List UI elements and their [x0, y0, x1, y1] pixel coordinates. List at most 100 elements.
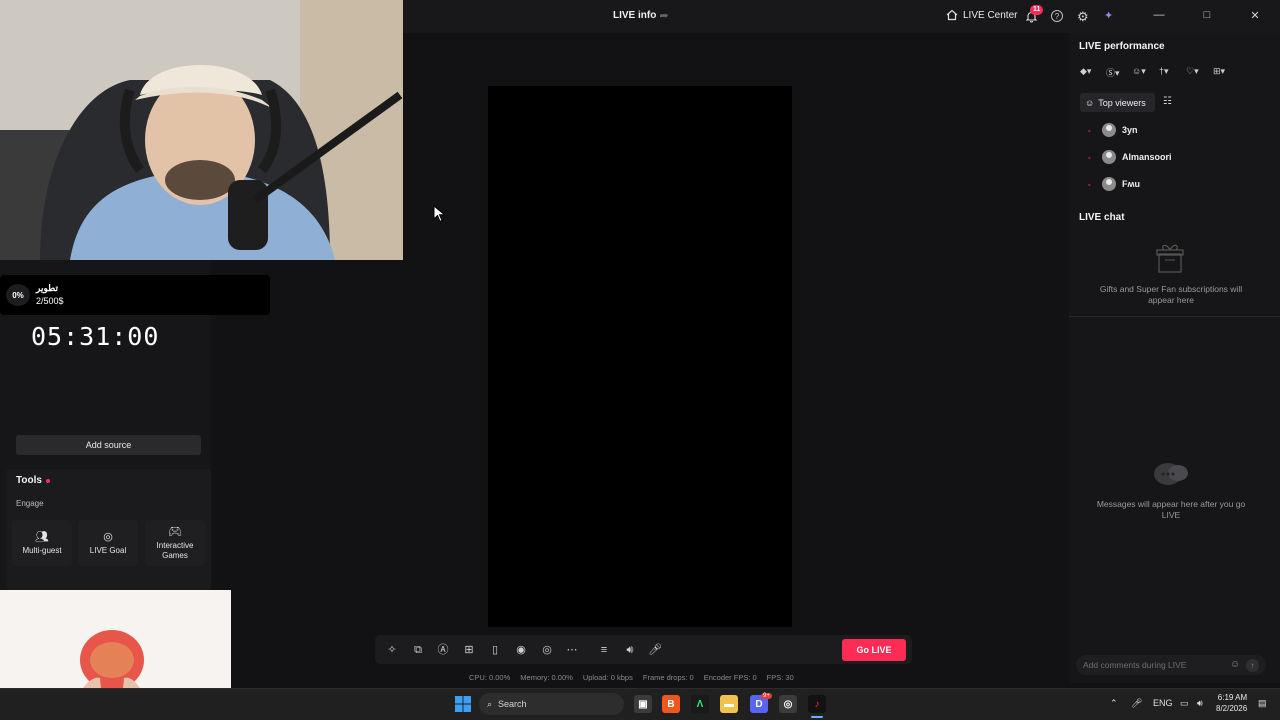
multi-guest-icon: 👥︎	[35, 530, 49, 543]
upload-stat: Upload: 0 kbps	[582, 673, 633, 682]
new-follower-icon[interactable]: †▾	[1159, 66, 1169, 77]
send-icon[interactable]: ↑	[1246, 659, 1259, 672]
tray-overflow-icon[interactable]: ⌃	[1110, 698, 1118, 709]
new-indicator-dot	[46, 479, 50, 483]
gift-box-icon	[1152, 240, 1188, 276]
brave-browser-icon[interactable]: B	[662, 695, 680, 713]
window-title[interactable]: LIVE info	[613, 10, 656, 21]
divider	[1069, 316, 1280, 317]
volume-icon[interactable]: 🔊︎	[1197, 698, 1203, 709]
title-bar	[403, 0, 1280, 33]
viewer-row[interactable]: - 3yn	[1088, 122, 1138, 138]
heart-icon[interactable]: ♡▾	[1186, 66, 1199, 77]
camera-settings-icon[interactable]: ◎	[540, 643, 554, 657]
viewer-rank: -	[1088, 179, 1091, 189]
notification-center-icon[interactable]: ▤	[1258, 698, 1267, 709]
record-icon[interactable]: ◉	[514, 643, 528, 657]
avatar	[1102, 123, 1116, 137]
speaker-icon[interactable]: 🔊︎	[623, 643, 637, 657]
active-app-indicator	[811, 716, 823, 718]
mouse-cursor-icon	[433, 204, 447, 228]
maximize-button[interactable]: □	[1199, 9, 1215, 23]
file-explorer-icon[interactable]: ▬	[720, 695, 738, 713]
language-indicator[interactable]: ENG	[1153, 698, 1173, 708]
goal-percent: 0%	[6, 284, 30, 306]
live-center-button[interactable]: LIVE Center	[946, 9, 1017, 21]
webcam-preview[interactable]	[0, 0, 403, 260]
search-icon: ⌕	[487, 698, 493, 709]
taskbar-search[interactable]: ⌕ Search	[479, 693, 624, 715]
go-live-button[interactable]: Go LIVE	[842, 639, 906, 661]
viewer-name: 3yn	[1122, 125, 1138, 135]
clock-time: 6:19 AM	[1217, 693, 1248, 702]
close-button[interactable]: ✕	[1247, 9, 1263, 23]
minimize-button[interactable]: —	[1151, 9, 1167, 23]
timer-display: 05:31:00	[31, 322, 160, 351]
viewer-row[interactable]: - Almansoori	[1088, 149, 1172, 165]
stream-toolbar	[375, 635, 912, 664]
tool-label: Multi-guest	[22, 545, 62, 555]
viewer-name: Fʍu	[1122, 179, 1140, 189]
clock-date: 8/2/2026	[1216, 703, 1248, 713]
diamond-icon[interactable]: ◆▾	[1080, 66, 1091, 77]
gamepad-icon: 🎮︎	[168, 525, 182, 538]
stream-stats: CPU: 0.00% Memory: 0.00% Upload: 0 kbps …	[469, 673, 794, 682]
viewer-rank: -	[1088, 125, 1091, 135]
viewer-rank: -	[1088, 152, 1091, 162]
goal-name: تطوير	[36, 283, 59, 293]
app-icon[interactable]: Λ	[691, 695, 709, 713]
live-center-label: LIVE Center	[963, 9, 1018, 21]
emoji-icon[interactable]: ☺	[1230, 659, 1240, 670]
ai-icon[interactable]: Ⓐ	[436, 643, 450, 657]
help-icon[interactable]: ?	[1051, 10, 1063, 22]
tool-interactive-games[interactable]: 🎮︎ Interactive Games	[145, 520, 205, 566]
add-source-button[interactable]: Add source	[16, 435, 201, 455]
share-icon[interactable]: ➦	[658, 9, 670, 22]
phone-icon[interactable]: ▯	[488, 643, 502, 657]
windows-start-icon[interactable]	[454, 695, 472, 713]
frame-drops-stat: Frame drops: 0	[642, 673, 694, 682]
goal-widget[interactable]	[0, 275, 270, 315]
person-icon: ☺	[1085, 97, 1095, 108]
engage-label: Engage	[16, 499, 44, 508]
gift-icon[interactable]: ⊞▾	[1213, 66, 1225, 77]
chat-bubble-icon	[1152, 460, 1192, 490]
gifts-placeholder-text: Gifts and Super Fan subscriptions will a…	[1099, 284, 1243, 305]
gear-icon[interactable]: ⚙	[1077, 9, 1089, 25]
tool-multi-guest[interactable]: 👥︎ Multi-guest	[12, 520, 72, 566]
network-icon[interactable]: ▭	[1180, 698, 1189, 709]
chat-title: LIVE chat	[1079, 212, 1125, 223]
encoder-fps-stat: Encoder FPS: 0	[703, 673, 757, 682]
tools-title: Tools	[16, 475, 42, 486]
avatar	[1102, 150, 1116, 164]
viewers-icon[interactable]: ☺▾	[1132, 66, 1146, 77]
tab-top-viewers[interactable]: ☺ Top viewers	[1080, 93, 1155, 112]
magic-wand-icon[interactable]: ✧	[385, 643, 399, 657]
avatar	[1102, 177, 1116, 191]
messages-placeholder-text: Messages will appear here after you go L…	[1096, 499, 1246, 520]
list-icon[interactable]: ☷	[1163, 96, 1172, 107]
discord-badge: 9+	[761, 693, 772, 699]
tiktok-live-studio-icon[interactable]: ♪	[808, 695, 826, 713]
layout-icon[interactable]: ⧉	[411, 643, 425, 657]
tray-microphone-icon[interactable]: 🎤︎	[1131, 698, 1142, 709]
viewer-name: Almansoori	[1122, 152, 1172, 162]
adjust-icon[interactable]: ≡	[597, 643, 611, 657]
tool-live-goal[interactable]: ◎ LIVE Goal	[78, 520, 138, 566]
more-icon[interactable]: ⋯	[565, 643, 579, 657]
tool-label: Interactive Games	[156, 541, 194, 560]
microphone-icon[interactable]: 🎤︎	[648, 643, 662, 657]
tool-label: LIVE Goal	[89, 545, 127, 555]
viewer-row[interactable]: - Fʍu	[1088, 176, 1140, 192]
coin-icon[interactable]: Ⓢ▾	[1106, 66, 1120, 79]
home-icon	[946, 9, 958, 21]
taskbar-clock[interactable]: 6:19 AM 8/2/2026	[1216, 693, 1247, 715]
live-goal-icon: ◎	[103, 530, 113, 543]
extension-icon[interactable]: ✦	[1104, 9, 1113, 22]
task-view-icon[interactable]: ▣	[634, 695, 652, 713]
add-scene-icon[interactable]: ⊞	[462, 643, 476, 657]
search-label: Search	[498, 699, 527, 709]
stream-preview-canvas[interactable]	[488, 86, 792, 627]
performance-title: LIVE performance	[1079, 41, 1165, 52]
chrome-icon[interactable]: ◎	[779, 695, 797, 713]
